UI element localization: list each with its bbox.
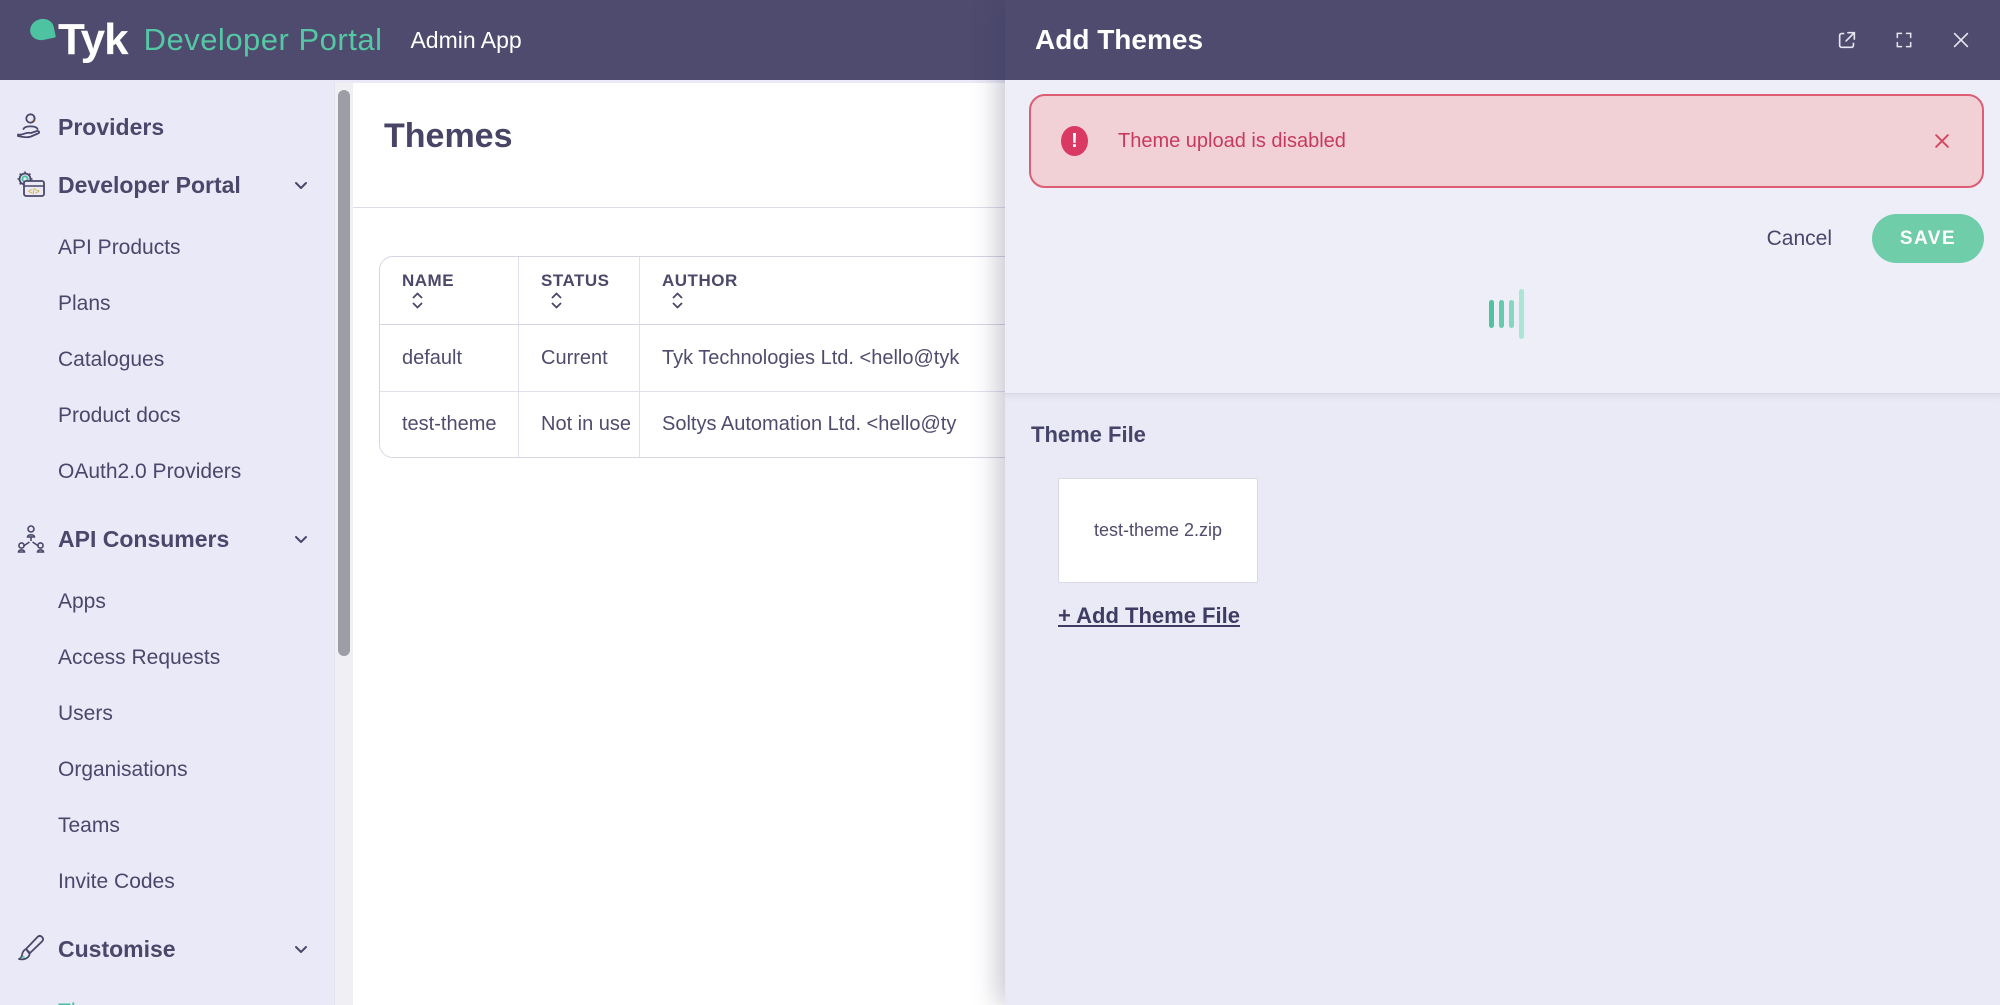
consumers-network-icon — [12, 520, 50, 558]
cancel-button[interactable]: Cancel — [1767, 227, 1832, 251]
drawer-actions: Cancel SAVE — [1029, 214, 1984, 263]
sidebar-item-plans[interactable]: Plans — [0, 276, 334, 332]
close-icon — [1950, 29, 1972, 51]
developer-portal-submenu: API Products Plans Catalogues Product do… — [0, 220, 334, 500]
sidebar-item-api-products[interactable]: API Products — [0, 220, 334, 276]
sidebar-scrollbar[interactable] — [334, 83, 353, 1005]
sidebar-item-label: API Consumers — [58, 526, 290, 553]
sidebar-item-label: Customise — [58, 936, 290, 963]
dismiss-error-button[interactable] — [1932, 131, 1952, 151]
sidebar-item-organisations[interactable]: Organisations — [0, 742, 334, 798]
sidebar-item-invite-codes[interactable]: Invite Codes — [0, 854, 334, 910]
cell-status: Current — [519, 325, 640, 391]
sidebar-item-users[interactable]: Users — [0, 686, 334, 742]
cell-name: test-theme — [380, 391, 519, 457]
drawer-title: Add Themes — [1035, 24, 1800, 56]
chevron-down-icon — [290, 938, 312, 960]
loader-bar — [1489, 300, 1494, 328]
sort-icon[interactable] — [411, 291, 424, 310]
loading-bars-indicator — [1029, 289, 1984, 339]
column-header-status[interactable]: STATUS — [519, 257, 640, 325]
sidebar-item-api-consumers[interactable]: API Consumers — [0, 510, 334, 568]
sidebar-item-customise[interactable]: Customise — [0, 920, 334, 978]
add-theme-file-link[interactable]: + Add Theme File — [1058, 603, 1240, 629]
open-in-new-window-button[interactable] — [1836, 29, 1858, 51]
tyk-logo: Tyk Developer Portal — [30, 15, 382, 65]
close-icon — [1932, 131, 1952, 151]
loader-bar — [1519, 289, 1524, 339]
customise-submenu: Themes — [0, 984, 334, 1005]
error-exclamation-icon: ! — [1061, 126, 1088, 156]
loader-bar — [1509, 300, 1514, 328]
fullscreen-icon — [1894, 30, 1914, 50]
sidebar-item-oauth-providers[interactable]: OAuth2.0 Providers — [0, 444, 334, 500]
loader-bar — [1499, 300, 1504, 328]
portal-window-gear-icon: </> — [12, 166, 50, 204]
sidebar-item-teams[interactable]: Teams — [0, 798, 334, 854]
column-header-name[interactable]: NAME — [380, 257, 519, 325]
theme-file-section: Theme File test-theme 2.zip + Add Theme … — [1005, 394, 2000, 1005]
sidebar: Providers </> Developer Portal API Produ… — [0, 80, 334, 1005]
admin-app-label: Admin App — [410, 27, 521, 54]
sort-icon[interactable] — [550, 291, 563, 310]
tyk-leaf-icon — [28, 16, 56, 42]
sidebar-item-themes[interactable]: Themes — [0, 984, 334, 1005]
sidebar-scrollbar-thumb[interactable] — [338, 90, 350, 656]
error-banner: ! Theme upload is disabled — [1029, 94, 1984, 188]
svg-text:</>: </> — [28, 187, 40, 196]
close-drawer-button[interactable] — [1950, 29, 1972, 51]
theme-file-card[interactable]: test-theme 2.zip — [1058, 478, 1258, 583]
sidebar-item-providers[interactable]: Providers — [0, 98, 334, 156]
provider-hand-icon — [12, 108, 50, 146]
save-button[interactable]: SAVE — [1872, 214, 1984, 263]
paintbrush-icon — [12, 930, 50, 968]
logo-subtext: Developer Portal — [144, 22, 383, 58]
api-consumers-submenu: Apps Access Requests Users Organisations… — [0, 574, 334, 910]
sidebar-item-product-docs[interactable]: Product docs — [0, 388, 334, 444]
sidebar-item-apps[interactable]: Apps — [0, 574, 334, 630]
cell-name: default — [380, 325, 519, 391]
sidebar-item-label: Providers — [58, 114, 312, 141]
logo-text: Tyk — [58, 15, 128, 65]
drawer-form-section: ! Theme upload is disabled Cancel SAVE — [1005, 80, 2000, 394]
sidebar-item-access-requests[interactable]: Access Requests — [0, 630, 334, 686]
drawer-header: Add Themes — [1005, 0, 2000, 80]
expand-drawer-button[interactable] — [1894, 30, 1914, 50]
sidebar-item-developer-portal[interactable]: </> Developer Portal — [0, 156, 334, 214]
sidebar-item-catalogues[interactable]: Catalogues — [0, 332, 334, 388]
external-link-icon — [1836, 29, 1858, 51]
sidebar-item-label: Developer Portal — [58, 172, 290, 199]
add-themes-drawer: Add Themes ! Theme upload is disabled Ca… — [1005, 0, 2000, 1005]
theme-file-heading: Theme File — [1031, 422, 1976, 448]
cell-status: Not in use — [519, 391, 640, 457]
sort-icon[interactable] — [671, 291, 684, 310]
chevron-down-icon — [290, 528, 312, 550]
chevron-down-icon — [290, 174, 312, 196]
error-message: Theme upload is disabled — [1118, 130, 1932, 153]
theme-file-name: test-theme 2.zip — [1094, 520, 1222, 541]
